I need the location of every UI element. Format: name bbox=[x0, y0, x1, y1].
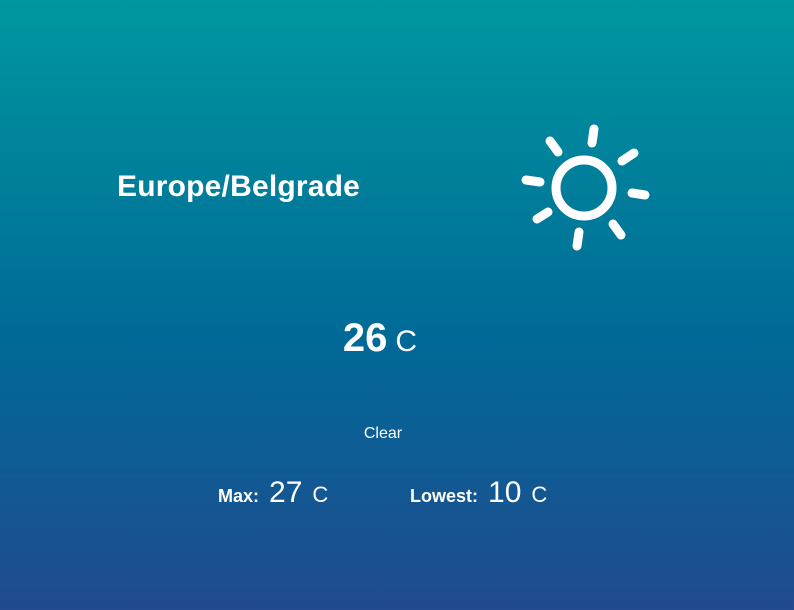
max-temperature: Max: 27 C bbox=[218, 476, 328, 510]
location-title: Europe/Belgrade bbox=[117, 170, 361, 203]
lowest-temperature: Lowest: 10 C bbox=[410, 476, 547, 510]
current-temperature-value: 26 bbox=[342, 316, 388, 360]
current-temperature-unit: C bbox=[395, 325, 418, 358]
lowest-temperature-value: 10 bbox=[488, 476, 522, 509]
lowest-temperature-label: Lowest: bbox=[410, 486, 479, 506]
current-temperature: 26 C bbox=[0, 316, 760, 361]
max-temperature-unit: C bbox=[312, 482, 329, 507]
weather-condition: Clear bbox=[363, 425, 403, 442]
max-temperature-label: Max: bbox=[218, 486, 260, 506]
sun-icon bbox=[518, 122, 654, 256]
lowest-temperature-unit: C bbox=[531, 482, 548, 507]
max-temperature-value: 27 bbox=[269, 476, 303, 509]
